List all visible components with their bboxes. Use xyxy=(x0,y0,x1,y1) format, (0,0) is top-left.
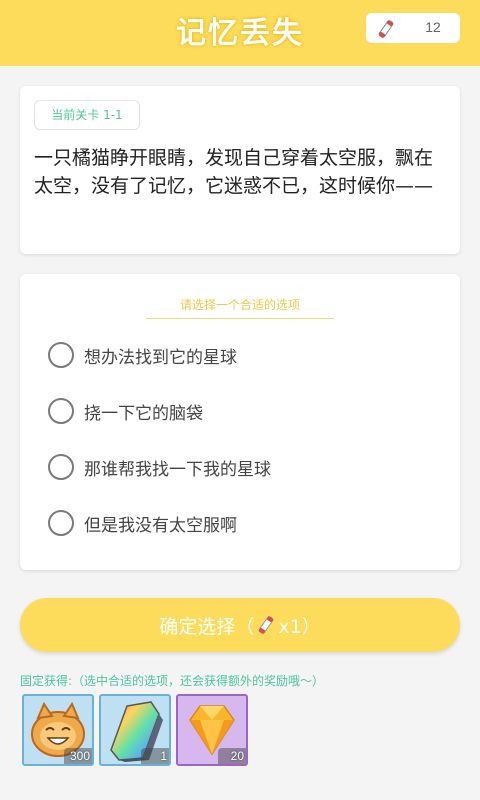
option-4[interactable]: 但是我没有太空服啊 xyxy=(48,508,428,538)
option-label: 但是我没有太空服啊 xyxy=(84,516,237,536)
option-3[interactable]: 那谁帮我找一下我的星球 xyxy=(48,452,428,482)
reward-item-crystal[interactable]: 1 xyxy=(99,694,171,766)
reward-item-diamond[interactable]: 20 xyxy=(176,694,248,766)
confirm-button[interactable]: 确定选择（ x1） xyxy=(20,598,460,652)
reward-note: 固定获得:（选中合适的选项，还会获得额外的奖励哦～） xyxy=(20,674,325,688)
radio-button[interactable] xyxy=(48,342,74,368)
radio-button[interactable] xyxy=(48,454,74,480)
ticket-counter[interactable]: 12 xyxy=(366,13,460,43)
reward-quantity: 300 xyxy=(69,749,90,763)
reward-item-coin[interactable]: 300 xyxy=(22,694,94,766)
radio-button[interactable] xyxy=(48,398,74,424)
confirm-cost: x1） xyxy=(278,615,321,638)
option-2[interactable]: 挠一下它的脑袋 xyxy=(48,396,428,426)
options-prompt: 请选择一个合适的选项 xyxy=(146,296,334,319)
option-1[interactable]: 想办法找到它的星球 xyxy=(48,340,428,370)
confirm-label: 确定选择（ xyxy=(159,615,255,638)
story-card: 当前关卡 1-1 一只橘猫睁开眼睛，发现自己穿着太空服，飘在太空，没有了记忆，它… xyxy=(20,86,460,254)
option-label: 挠一下它的脑袋 xyxy=(84,404,203,424)
options-card: 请选择一个合适的选项 想办法找到它的星球 挠一下它的脑袋 那谁帮我找一下我的星球… xyxy=(20,274,460,570)
ticket-icon xyxy=(258,616,274,634)
option-label: 那谁帮我找一下我的星球 xyxy=(84,460,271,480)
reward-quantity: 20 xyxy=(230,749,244,763)
option-label: 想办法找到它的星球 xyxy=(84,348,237,368)
header-bar: 记忆丢失 12 xyxy=(0,0,480,66)
radio-button[interactable] xyxy=(48,510,74,536)
story-text: 一只橘猫睁开眼睛，发现自己穿着太空服，飘在太空，没有了记忆，它迷惑不已，这时候你… xyxy=(34,147,434,197)
ticket-icon xyxy=(378,20,394,38)
level-badge: 当前关卡 1-1 xyxy=(34,100,140,130)
ticket-count: 12 xyxy=(425,19,441,35)
reward-quantity: 1 xyxy=(160,749,167,763)
